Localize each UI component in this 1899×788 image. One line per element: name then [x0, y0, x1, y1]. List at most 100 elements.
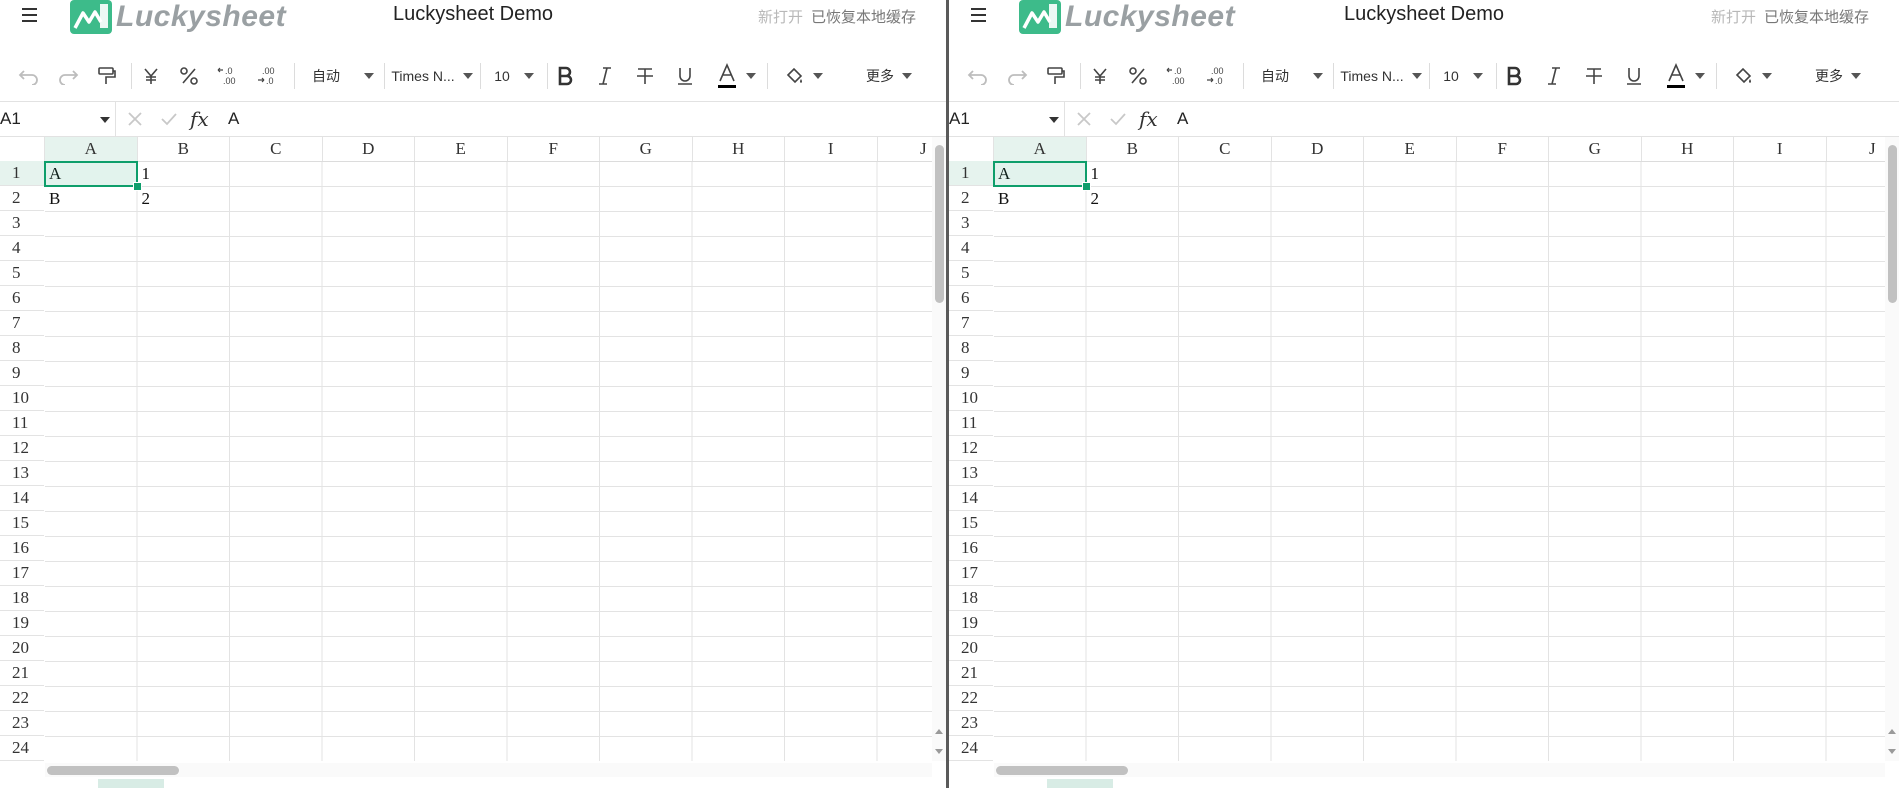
sheet-tab-indicator[interactable]	[98, 779, 164, 788]
horizontal-scroll-thumb[interactable]	[47, 766, 179, 775]
row-header-15[interactable]: 15	[949, 511, 993, 536]
cell-area[interactable]: A1B2	[993, 161, 1885, 761]
row-header-14[interactable]: 14	[0, 486, 44, 511]
column-header-d[interactable]: D	[323, 137, 415, 161]
row-header-12[interactable]: 12	[0, 436, 44, 461]
strikethrough-button[interactable]	[630, 51, 660, 101]
row-header-9[interactable]: 9	[949, 361, 993, 386]
column-header-e[interactable]: E	[415, 137, 508, 161]
sheet-tab-indicator[interactable]	[1047, 779, 1113, 788]
vertical-scroll-thumb[interactable]	[935, 145, 944, 303]
italic-button[interactable]	[1539, 51, 1569, 101]
scroll-up-arrow-icon[interactable]	[1888, 729, 1896, 734]
vertical-scroll-thumb[interactable]	[1888, 145, 1897, 303]
insert-function-icon[interactable]: fx	[1139, 107, 1158, 131]
fill-handle[interactable]	[1081, 182, 1091, 191]
undo-button[interactable]	[963, 51, 993, 101]
column-header-h[interactable]: H	[693, 137, 785, 161]
row-header-22[interactable]: 22	[0, 686, 44, 711]
strikethrough-button[interactable]	[1579, 51, 1609, 101]
italic-button[interactable]	[590, 51, 620, 101]
redo-button[interactable]	[53, 51, 83, 101]
row-header-5[interactable]: 5	[0, 261, 44, 286]
vertical-scrollbar[interactable]	[932, 137, 946, 761]
fill-color-button[interactable]	[1727, 51, 1779, 101]
row-header-16[interactable]: 16	[949, 536, 993, 561]
confirm-edit-icon[interactable]	[160, 108, 178, 130]
row-header-20[interactable]: 20	[0, 636, 44, 661]
number-format-dropdown[interactable]: 自动	[1253, 51, 1331, 101]
app-title[interactable]: Luckysheet Demo	[1344, 3, 1504, 25]
hamburger-menu-icon[interactable]	[20, 5, 40, 25]
row-header-10[interactable]: 10	[0, 386, 44, 411]
decrease-decimal-button[interactable]: .0.00	[1162, 51, 1192, 101]
confirm-edit-icon[interactable]	[1109, 108, 1127, 130]
row-header-2[interactable]: 2	[0, 186, 44, 211]
select-all-corner[interactable]	[0, 137, 45, 161]
redo-button[interactable]	[1002, 51, 1032, 101]
underline-button[interactable]	[1619, 51, 1649, 101]
row-header-1[interactable]: 1	[0, 161, 44, 186]
sheet-grid[interactable]: ABCDEFGHIJ 1 2 3 4 5 6 7 8 9 10 11 12 13 14 15 16 17 18 19…	[949, 137, 1885, 761]
column-header-f[interactable]: F	[508, 137, 600, 161]
row-header-6[interactable]: 6	[0, 286, 44, 311]
sheet-grid[interactable]: ABCDEFGHIJ 1 2 3 4 5 6 7 8 9 10 11 12 13 14 15 16 17 18 19…	[0, 137, 932, 761]
percent-format-button[interactable]	[1123, 51, 1153, 101]
row-header-11[interactable]: 11	[0, 411, 44, 436]
formula-input[interactable]: A	[1177, 109, 1188, 129]
cell-name-box[interactable]: A1	[0, 102, 116, 136]
cell-a2[interactable]: B	[49, 186, 60, 211]
select-all-corner[interactable]	[949, 137, 994, 161]
column-header-c[interactable]: C	[1179, 137, 1272, 161]
vertical-scrollbar[interactable]	[1885, 137, 1899, 761]
more-button[interactable]: 更多	[1813, 51, 1863, 101]
row-header-18[interactable]: 18	[949, 586, 993, 611]
row-header-19[interactable]: 19	[0, 611, 44, 636]
format-painter-button[interactable]	[1041, 51, 1071, 101]
cancel-edit-icon[interactable]	[127, 108, 143, 130]
cell-area[interactable]: A1B2	[44, 161, 932, 761]
column-header-d[interactable]: D	[1272, 137, 1364, 161]
horizontal-scrollbar[interactable]	[994, 763, 1885, 777]
column-header-a[interactable]: A	[994, 137, 1087, 161]
row-header-12[interactable]: 12	[949, 436, 993, 461]
currency-format-button[interactable]	[1085, 51, 1115, 101]
percent-format-button[interactable]	[174, 51, 204, 101]
row-header-17[interactable]: 17	[0, 561, 44, 586]
font-family-dropdown[interactable]: Times N...	[388, 51, 476, 101]
scroll-down-arrow-icon[interactable]	[1888, 749, 1896, 754]
more-button[interactable]: 更多	[864, 51, 914, 101]
number-format-dropdown[interactable]: 自动	[304, 51, 382, 101]
column-header-b[interactable]: B	[1087, 137, 1179, 161]
scroll-up-arrow-icon[interactable]	[935, 729, 943, 734]
column-header-g[interactable]: G	[600, 137, 693, 161]
underline-button[interactable]	[670, 51, 700, 101]
row-header-4[interactable]: 4	[0, 236, 44, 261]
undo-button[interactable]	[14, 51, 44, 101]
row-header-24[interactable]: 24	[949, 736, 993, 761]
app-title[interactable]: Luckysheet Demo	[393, 3, 553, 25]
column-header-i[interactable]: I	[785, 137, 878, 161]
row-header-13[interactable]: 13	[0, 461, 44, 486]
row-header-11[interactable]: 11	[949, 411, 993, 436]
row-header-2[interactable]: 2	[949, 186, 993, 211]
scroll-down-arrow-icon[interactable]	[935, 749, 943, 754]
column-header-f[interactable]: F	[1457, 137, 1549, 161]
row-header-18[interactable]: 18	[0, 586, 44, 611]
column-header-i[interactable]: I	[1734, 137, 1827, 161]
column-header-e[interactable]: E	[1364, 137, 1457, 161]
row-header-3[interactable]: 3	[0, 211, 44, 236]
cell-b2[interactable]: 2	[142, 186, 151, 211]
new-open-link[interactable]: 新打开	[1711, 9, 1756, 26]
row-header-8[interactable]: 8	[0, 336, 44, 361]
hamburger-menu-icon[interactable]	[969, 5, 989, 25]
column-header-c[interactable]: C	[230, 137, 323, 161]
row-header-16[interactable]: 16	[0, 536, 44, 561]
cell-name-box[interactable]: A1	[949, 102, 1065, 136]
font-color-button[interactable]	[710, 51, 762, 101]
currency-format-button[interactable]	[136, 51, 166, 101]
row-header-8[interactable]: 8	[949, 336, 993, 361]
cell-b1[interactable]: 1	[142, 161, 151, 186]
new-open-link[interactable]: 新打开	[758, 9, 803, 26]
cancel-edit-icon[interactable]	[1076, 108, 1092, 130]
